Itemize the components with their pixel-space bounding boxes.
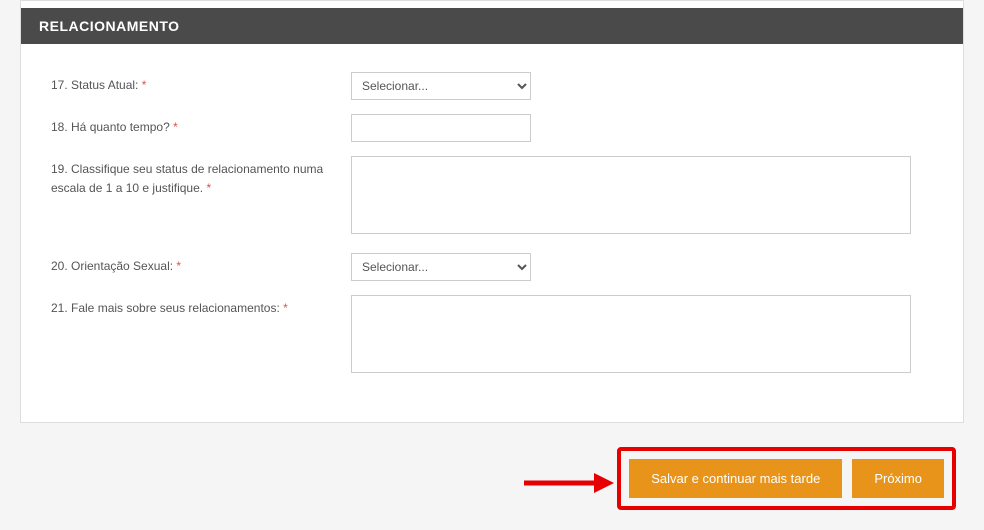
textarea-classifique-status[interactable] [351,156,911,234]
label-text: 17. Status Atual: [51,78,138,92]
label-text: 20. Orientação Sexual: [51,259,173,273]
input-wrap [351,156,933,239]
label-status-atual: 17. Status Atual: * [51,72,351,95]
input-wrap [351,295,933,378]
section-title: RELACIONAMENTO [21,8,963,44]
input-wrap: Selecionar... [351,72,933,100]
label-text: 18. Há quanto tempo? [51,120,170,134]
next-button[interactable]: Próximo [852,459,944,498]
field-ha-quanto-tempo: 18. Há quanto tempo? * [51,114,933,142]
required-marker: * [206,181,211,195]
label-classifique-status: 19. Classifique seu status de relacionam… [51,156,351,198]
required-marker: * [173,120,178,134]
select-orientacao-sexual[interactable]: Selecionar... [351,253,531,281]
arrow-annotation-icon [524,468,614,498]
required-marker: * [142,78,147,92]
label-fale-mais: 21. Fale mais sobre seus relacionamentos… [51,295,351,318]
required-marker: * [283,301,288,315]
form-section: RELACIONAMENTO 17. Status Atual: * Selec… [20,8,964,423]
save-continue-later-button[interactable]: Salvar e continuar mais tarde [629,459,842,498]
field-status-atual: 17. Status Atual: * Selecionar... [51,72,933,100]
label-ha-quanto-tempo: 18. Há quanto tempo? * [51,114,351,137]
field-classifique-status: 19. Classifique seu status de relacionam… [51,156,933,239]
button-highlight-box: Salvar e continuar mais tarde Próximo [617,447,956,510]
label-text: 19. Classifique seu status de relacionam… [51,162,323,195]
label-text: 21. Fale mais sobre seus relacionamentos… [51,301,280,315]
input-ha-quanto-tempo[interactable] [351,114,531,142]
label-orientacao-sexual: 20. Orientação Sexual: * [51,253,351,276]
required-marker: * [176,259,181,273]
field-fale-mais: 21. Fale mais sobre seus relacionamentos… [51,295,933,378]
input-wrap: Selecionar... [351,253,933,281]
select-status-atual[interactable]: Selecionar... [351,72,531,100]
field-orientacao-sexual: 20. Orientação Sexual: * Selecionar... [51,253,933,281]
form-body: 17. Status Atual: * Selecionar... 18. Há… [21,44,963,422]
top-spacer [20,0,964,8]
input-wrap [351,114,933,142]
textarea-fale-mais[interactable] [351,295,911,373]
